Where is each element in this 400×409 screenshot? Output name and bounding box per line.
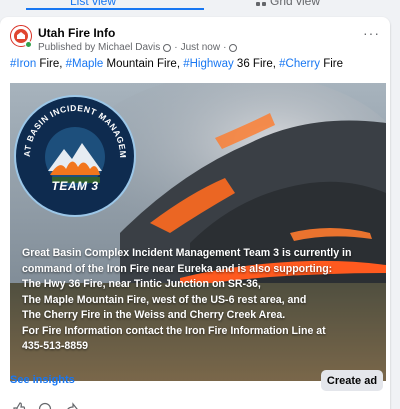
view-tabs-bar: List view Grid view [0, 0, 400, 10]
post-card: Utah Fire Info Published by Michael Davi… [0, 17, 390, 409]
logo-team-label: TEAM 3 [51, 179, 99, 193]
audience-globe-icon [229, 43, 238, 52]
image-text-line: For Fire Information contact the Iron Fi… [22, 324, 326, 337]
hashtag-link[interactable]: #Cherry [279, 58, 320, 70]
see-insights-link[interactable]: See insights [10, 374, 75, 386]
hashtag-link[interactable]: #Maple [66, 58, 104, 70]
more-options-icon[interactable]: ··· [363, 26, 380, 40]
post-image[interactable]: GREAT BASIN INCIDENT MANAGEMENT TEAM 3 G… [10, 83, 386, 381]
meta-separator: · [174, 42, 178, 53]
tab-list-view[interactable]: List view [70, 0, 116, 9]
comment-icon[interactable] [38, 402, 52, 409]
image-text-line: command of the Iron Fire near Eureka and… [22, 262, 333, 275]
post-meta: Published by Michael Davis · Just now · [38, 42, 238, 53]
image-text-line: Great Basin Complex Incident Management … [22, 247, 352, 259]
image-text-line: The Hwy 36 Fire, near Tintic Junction on… [22, 278, 261, 290]
caption-text: Fire, [36, 58, 66, 70]
image-text-line: The Cherry Fire in the Weiss and Cherry … [22, 309, 286, 321]
image-text-block: Great Basin Complex Incident Management … [22, 246, 386, 355]
caption-text: 36 Fire, [233, 58, 280, 70]
create-ad-button[interactable]: Create ad [321, 370, 383, 391]
meta-separator-2: · [223, 42, 227, 53]
online-indicator [25, 41, 32, 48]
image-text-line: 435-513-8859 [22, 340, 88, 352]
image-text-line: The Maple Mountain Fire, west of the US-… [22, 293, 307, 306]
grid-icon [256, 0, 266, 6]
caption-text: Fire [320, 58, 344, 70]
incident-team-logo: GREAT BASIN INCIDENT MANAGEMENT TEAM 3 [14, 95, 136, 217]
published-by: Published by Michael Davis [38, 42, 161, 53]
tab-grid-view-label: Grid view [270, 0, 321, 8]
post-actions [12, 402, 78, 409]
tab-list-view-label: List view [70, 0, 117, 8]
caption-text: Mountain Fire, [103, 58, 184, 70]
post-caption: #Iron Fire, #Maple Mountain Fire, #Highw… [10, 58, 343, 70]
like-icon[interactable] [12, 402, 26, 409]
share-icon[interactable] [64, 402, 78, 409]
page-name[interactable]: Utah Fire Info [38, 26, 115, 40]
info-icon [163, 43, 172, 52]
post-time[interactable]: Just now [181, 42, 220, 53]
hashtag-link[interactable]: #Iron [10, 58, 36, 70]
hashtag-link[interactable]: #Highway [183, 58, 234, 70]
tab-grid-view[interactable]: Grid view [256, 0, 320, 9]
